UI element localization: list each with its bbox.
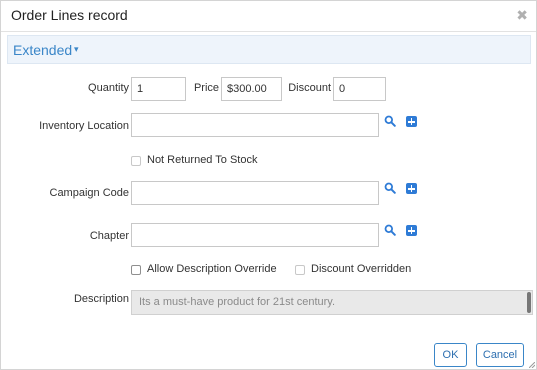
price-input[interactable]: $300.00	[221, 77, 282, 101]
allow-description-override-checkbox[interactable]	[131, 265, 141, 275]
search-icon[interactable]	[384, 182, 396, 194]
discount-label: Discount	[288, 82, 331, 94]
search-icon[interactable]	[384, 115, 396, 127]
not-returned-to-stock-checkbox[interactable]	[131, 156, 141, 166]
quantity-input[interactable]: 1	[131, 77, 186, 101]
dialog-title: Order Lines record	[11, 7, 128, 23]
extended-section-label[interactable]: Extended	[13, 42, 72, 58]
campaign-code-label: Campaign Code	[49, 187, 130, 199]
description-label: Description	[73, 293, 129, 305]
discount-overridden-label: Discount Overridden	[311, 263, 412, 275]
not-returned-to-stock-label: Not Returned To Stock	[147, 154, 258, 166]
order-lines-dialog: Order Lines record ✖ Extended ▾ Quantity…	[0, 0, 537, 370]
add-icon[interactable]	[406, 116, 417, 127]
discount-input[interactable]: 0	[333, 77, 386, 101]
resize-grip-icon[interactable]	[529, 362, 535, 368]
price-label: Price	[193, 82, 219, 94]
close-icon[interactable]: ✖	[516, 7, 528, 23]
caret-down-icon[interactable]: ▾	[74, 44, 79, 55]
chapter-input[interactable]	[131, 223, 379, 247]
add-icon[interactable]	[406, 183, 417, 194]
dialog-titlebar: Order Lines record ✖	[1, 1, 536, 32]
extended-section-header[interactable]: Extended ▾	[7, 35, 531, 64]
inventory-location-label: Inventory Location	[39, 120, 129, 132]
cancel-button[interactable]: Cancel	[476, 343, 524, 367]
allow-description-override-label: Allow Description Override	[147, 263, 277, 275]
ok-button[interactable]: OK	[434, 343, 467, 367]
description-scrollbar[interactable]	[527, 292, 531, 313]
campaign-code-input[interactable]	[131, 181, 379, 205]
search-icon[interactable]	[384, 224, 396, 236]
discount-overridden-checkbox[interactable]	[295, 265, 305, 275]
quantity-label: Quantity	[88, 82, 129, 94]
add-icon[interactable]	[406, 225, 417, 236]
chapter-label: Chapter	[89, 230, 129, 242]
description-textarea: Its a must-have product for 21st century…	[131, 290, 533, 315]
inventory-location-input[interactable]	[131, 113, 379, 137]
